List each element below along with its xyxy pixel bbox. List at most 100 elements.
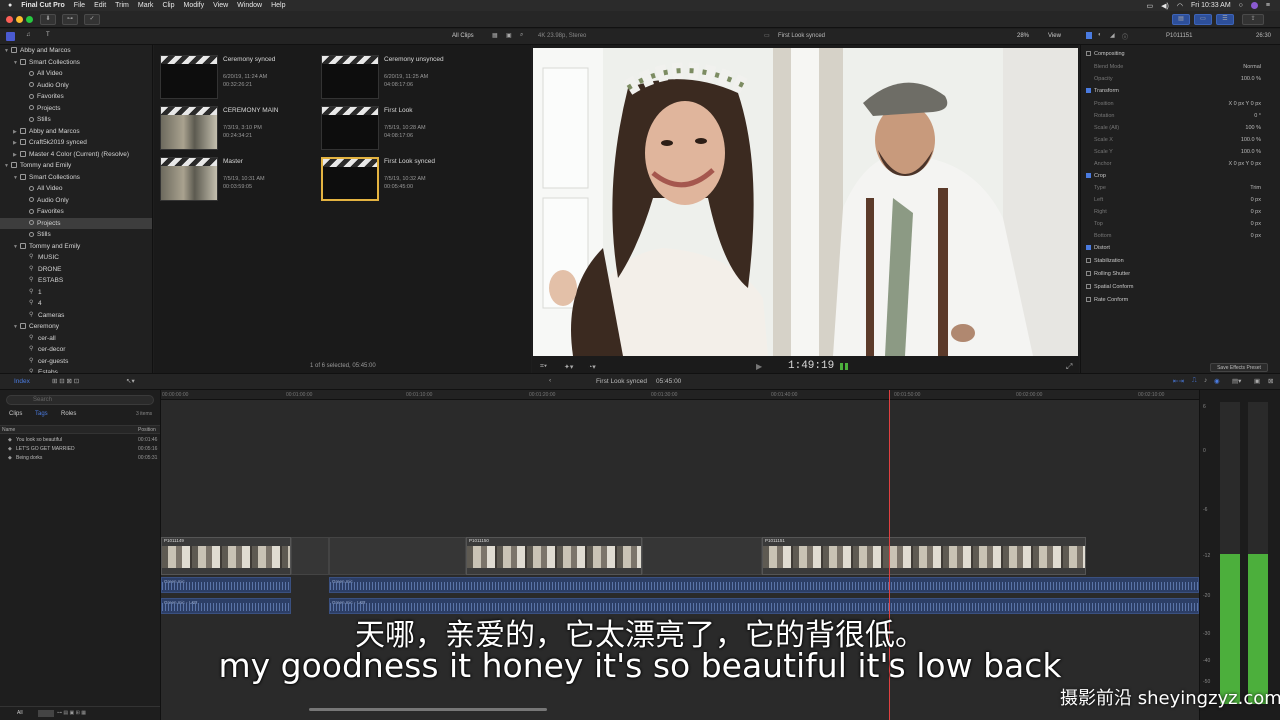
- browser-search-icon[interactable]: ⌕: [520, 32, 523, 39]
- sidebar-item[interactable]: Favorites: [0, 91, 152, 102]
- sidebar-item[interactable]: Audio Only: [0, 80, 152, 91]
- menu-help[interactable]: Help: [271, 2, 285, 9]
- col-name-header[interactable]: Name: [2, 427, 15, 433]
- inspector-value[interactable]: 0 °: [1254, 110, 1261, 122]
- inspector-section[interactable]: Rolling Shutter: [1081, 268, 1280, 280]
- clip-thumbnail-clapper[interactable]: [160, 55, 218, 99]
- sidebar-item[interactable]: Projects: [0, 103, 152, 114]
- sidebar-item[interactable]: ⚲ cer-decor: [0, 344, 152, 355]
- clip-card[interactable]: Ceremony synced 6/20/19, 11:24 AM 00:32:26…: [160, 55, 310, 101]
- clip-appearance-timeline-icon[interactable]: ▤▾: [1232, 377, 1241, 385]
- inspector-param-row[interactable]: Scale X 100.0 %: [1081, 134, 1280, 146]
- video-clip[interactable]: P1011151: [762, 537, 1086, 575]
- sidebar-item[interactable]: ▼ Ceremony: [0, 321, 152, 332]
- play-button[interactable]: ▶: [756, 362, 762, 371]
- timeline-ruler[interactable]: 00:00:00:00 00:01:00:00 00:01:10:00 00:01:2…: [161, 390, 1199, 400]
- show-timeline-button[interactable]: ▭: [1194, 14, 1212, 25]
- inspector-value[interactable]: 100.0 %: [1241, 73, 1261, 85]
- col-position-header[interactable]: Position: [138, 427, 156, 433]
- sidebar-item[interactable]: Stills: [0, 229, 152, 240]
- section-checkbox[interactable]: [1086, 258, 1091, 264]
- inspector-param-row[interactable]: Top 0 px: [1081, 218, 1280, 230]
- import-button[interactable]: ⬇: [40, 14, 56, 25]
- sidebar-item[interactable]: ⚲ DRONE: [0, 264, 152, 275]
- index-toggle[interactable]: Index: [14, 378, 30, 385]
- inspector-value[interactable]: Trim: [1250, 182, 1261, 194]
- inspector-section[interactable]: Transform: [1081, 85, 1280, 97]
- viewer-zoom-dropdown[interactable]: 28%: [1017, 33, 1029, 39]
- sidebar-item[interactable]: Favorites: [0, 206, 152, 217]
- filmstrip-icon[interactable]: ▣: [506, 32, 512, 39]
- video-frame[interactable]: [533, 48, 1078, 356]
- sidebar-item[interactable]: ⚲ 4: [0, 298, 152, 309]
- clip-card[interactable]: First Look 7/5/19, 10:28 AM 04:08:17:06: [321, 106, 471, 152]
- inspector-param-row[interactable]: Opacity 100.0 %: [1081, 73, 1280, 85]
- footer-all-tab[interactable]: All: [17, 710, 23, 716]
- photos-audio-icon[interactable]: ♫: [26, 32, 31, 38]
- menu-edit[interactable]: Edit: [94, 2, 106, 9]
- show-inspector-button[interactable]: ☰: [1216, 14, 1234, 25]
- sidebar-item[interactable]: All Video: [0, 183, 152, 194]
- volume-icon[interactable]: ◀): [1161, 2, 1169, 10]
- sidebar-item[interactable]: ⚲ cer-all: [0, 333, 152, 344]
- timeline-scrollbar[interactable]: [309, 708, 547, 711]
- apple-icon[interactable]: ●: [8, 2, 12, 9]
- sidebar-item[interactable]: ⚲ MUSIC: [0, 252, 152, 263]
- viewer-timecode[interactable]: 1:49:19: [788, 360, 834, 372]
- gap-clip[interactable]: [329, 537, 466, 575]
- sidebar-item[interactable]: ⚲ Cameras: [0, 310, 152, 321]
- disclosure-open-icon[interactable]: ▼: [4, 46, 11, 57]
- section-checkbox[interactable]: [1086, 296, 1091, 302]
- clip-card[interactable]: First Look synced 7/5/19, 10:32 AM 00:05:4…: [321, 157, 471, 203]
- section-checkbox[interactable]: [1086, 283, 1091, 289]
- tag-row[interactable]: ◆ LET'S GO GET MARRIED 00:05:16: [0, 446, 160, 455]
- section-checkbox[interactable]: [1086, 51, 1091, 56]
- inspector-value[interactable]: 100 %: [1245, 122, 1261, 134]
- section-checkbox[interactable]: [1086, 87, 1091, 93]
- menu-window[interactable]: Window: [237, 2, 262, 9]
- audio-clip[interactable]: Green mic: [161, 577, 291, 593]
- inspector-value[interactable]: 0 px: [1251, 194, 1261, 206]
- inspector-param-row[interactable]: Type Trim: [1081, 182, 1280, 194]
- inspector-section[interactable]: Stabilization: [1081, 255, 1280, 267]
- sidebar-item[interactable]: Stills: [0, 114, 152, 125]
- gap-clip[interactable]: [291, 537, 329, 575]
- inspector-param-row[interactable]: Anchor X 0 px Y 0 px: [1081, 158, 1280, 170]
- clip-card[interactable]: Master 7/5/19, 10:31 AM 00:03:59:05: [160, 157, 310, 203]
- clip-filter-dropdown[interactable]: All Clips: [452, 33, 474, 39]
- clip-thumbnail-photo[interactable]: [160, 106, 218, 150]
- sidebar-item[interactable]: Projects: [0, 217, 152, 229]
- index-search-input[interactable]: Search: [6, 395, 154, 405]
- tag-row[interactable]: ◆ Being dorks 00:05:31: [0, 455, 160, 464]
- titles-generators-icon[interactable]: T: [46, 32, 50, 38]
- audio-inspector-icon[interactable]: ◢: [1110, 32, 1115, 39]
- save-effects-preset-button[interactable]: Save Effects Preset: [1210, 363, 1268, 372]
- app-menu[interactable]: Final Cut Pro: [21, 2, 65, 9]
- sidebar-item[interactable]: All Video: [0, 68, 152, 79]
- menu-mark[interactable]: Mark: [138, 2, 154, 9]
- clip-thumbnail-photo[interactable]: [160, 157, 218, 201]
- disclosure-open-icon[interactable]: ▼: [13, 58, 20, 69]
- show-browser-button[interactable]: ▤: [1172, 14, 1190, 25]
- transform-tool-icon[interactable]: ⌗▾: [540, 363, 547, 371]
- speed-tool-icon[interactable]: ◔▾: [588, 363, 596, 371]
- inspector-param-row[interactable]: Rotation 0 °: [1081, 110, 1280, 122]
- effects-browser-icon[interactable]: ▣: [1254, 377, 1260, 385]
- viewer-view-dropdown[interactable]: View: [1048, 33, 1061, 39]
- disclosure-open-icon[interactable]: ▼: [13, 242, 20, 253]
- color-tool-icon[interactable]: ✦▾: [564, 363, 573, 371]
- menu-clock[interactable]: Fri 10:33 AM: [1191, 2, 1231, 9]
- inspector-value[interactable]: 0 px: [1251, 218, 1261, 230]
- index-tab-roles[interactable]: Roles: [61, 411, 76, 417]
- snapping-icon[interactable]: ⇤⇥: [1173, 377, 1184, 385]
- inspector-section[interactable]: Spatial Conform: [1081, 281, 1280, 293]
- wifi-icon[interactable]: ◠: [1177, 2, 1183, 10]
- sidebar-item[interactable]: ▼ Smart Collections: [0, 172, 152, 183]
- inspector-value[interactable]: X 0 px Y 0 px: [1228, 98, 1261, 110]
- notification-center-icon[interactable]: ≡: [1266, 2, 1270, 9]
- inspector-param-row[interactable]: Scale Y 100.0 %: [1081, 146, 1280, 158]
- menu-trim[interactable]: Trim: [115, 2, 129, 9]
- zoom-window-icon[interactable]: [26, 16, 33, 23]
- gap-clip[interactable]: [642, 537, 762, 575]
- inspector-param-row[interactable]: Position X 0 px Y 0 px: [1081, 98, 1280, 110]
